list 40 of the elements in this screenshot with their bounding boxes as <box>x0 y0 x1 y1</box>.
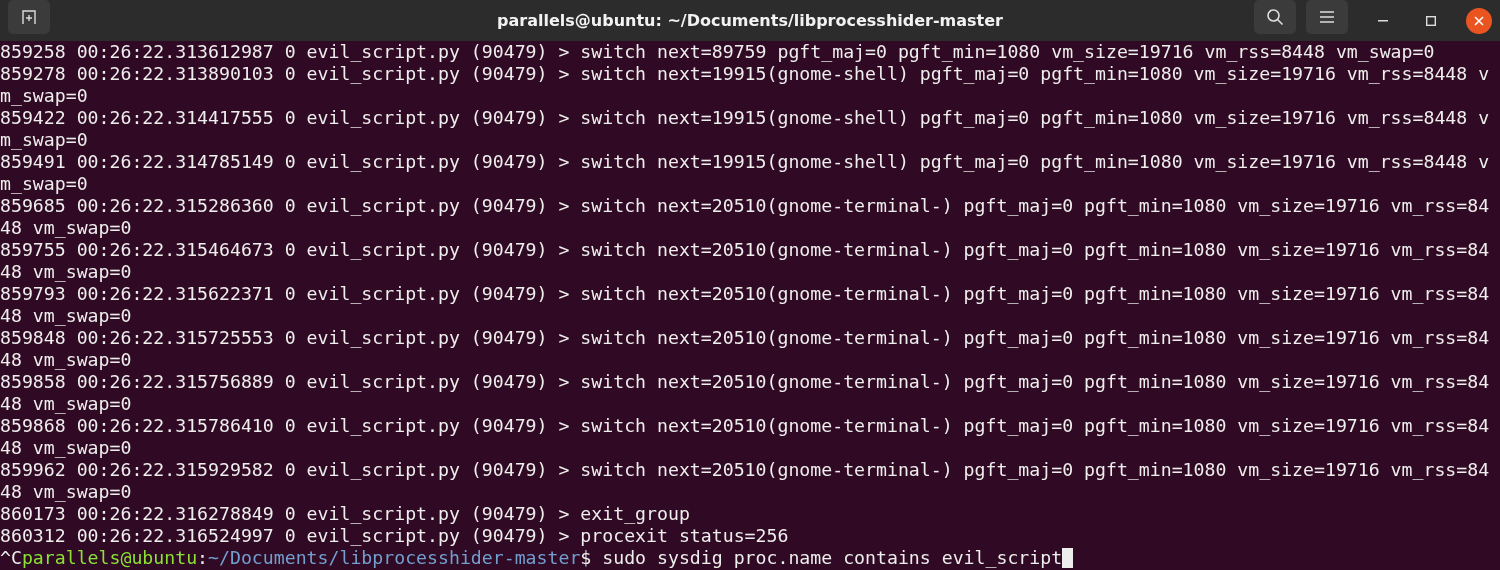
menu-icon <box>1320 10 1334 23</box>
terminal-line: 859755 00:26:22.315464673 0 evil_script.py (90479) > switch next=20510(gnome-terminal-) pgft_maj=0 pgft_min=1080 vm_size=19716 vm_rss=84 <box>0 239 1490 261</box>
minimize-icon <box>1378 19 1388 22</box>
search-icon <box>1266 7 1284 26</box>
menu-button[interactable] <box>1306 0 1348 34</box>
terminal-line: 859868 00:26:22.315786410 0 evil_script.py (90479) > switch next=20510(gnome-terminal-) pgft_maj=0 pgft_min=1080 vm_size=19716 vm_rss=84 <box>0 415 1490 437</box>
terminal-line: 48 vm_swap=0 <box>0 437 132 459</box>
new-tab-icon <box>21 8 37 25</box>
terminal-line: 859793 00:26:22.315622371 0 evil_script.py (90479) > switch next=20510(gnome-terminal-) pgft_maj=0 pgft_min=1080 vm_size=19716 vm_rss=84 <box>0 283 1490 305</box>
terminal-line: 48 vm_swap=0 <box>0 481 132 503</box>
close-icon <box>1474 15 1484 26</box>
terminal-line: m_swap=0 <box>0 85 88 107</box>
close-button[interactable] <box>1466 7 1492 34</box>
maximize-icon <box>1426 15 1436 26</box>
new-tab-button[interactable] <box>8 0 50 34</box>
prompt-user-host: parallels@ubuntu <box>21 547 198 569</box>
terminal-line: 860312 00:26:22.316524997 0 evil_script.py (90479) > procexit status=256 <box>0 525 789 547</box>
terminal-line: 859962 00:26:22.315929582 0 evil_script.py (90479) > switch next=20510(gnome-terminal-) pgft_maj=0 pgft_min=1080 vm_size=19716 vm_rss=84 <box>0 459 1490 481</box>
terminal-line: 859278 00:26:22.313890103 0 evil_script.py (90479) > switch next=19915(gnome-shell) pgft_maj=0 pgft_min=1080 vm_size=19716 vm_rss=8448 v <box>0 63 1490 85</box>
terminal-line: 859848 00:26:22.315725553 0 evil_script.py (90479) > switch next=20510(gnome-terminal-) pgft_maj=0 pgft_min=1080 vm_size=19716 vm_rss=84 <box>0 327 1490 349</box>
terminal-line: 48 vm_swap=0 <box>0 305 132 327</box>
terminal-line: 859858 00:26:22.315756889 0 evil_script.py (90479) > switch next=20510(gnome-terminal-) pgft_maj=0 pgft_min=1080 vm_size=19716 vm_rss=84 <box>0 371 1490 393</box>
terminal-line: m_swap=0 <box>0 173 88 195</box>
terminal-line: 48 vm_swap=0 <box>0 349 132 371</box>
terminal-line: 859258 00:26:22.313612987 0 evil_script.py (90479) > switch next=89759 pgft_maj=0 pgft_min=1080 vm_size=19716 vm_rss=8448 vm_swap=0 <box>0 41 1435 63</box>
terminal-line: 48 vm_swap=0 <box>0 261 132 283</box>
terminal-line: 859685 00:26:22.315286360 0 evil_script.py (90479) > switch next=20510(gnome-terminal-) pgft_maj=0 pgft_min=1080 vm_size=19716 vm_rss=84 <box>0 195 1490 217</box>
terminal-line: m_swap=0 <box>0 129 88 151</box>
search-button[interactable] <box>1254 0 1296 34</box>
prompt-path: ~/Documents/libprocesshider-master <box>208 547 581 569</box>
terminal-line: 859422 00:26:22.314417555 0 evil_script.py (90479) > switch next=19915(gnome-shell) pgft_maj=0 pgft_min=1080 vm_size=19716 vm_rss=8448 v <box>0 107 1490 129</box>
terminal-line: 860173 00:26:22.316278849 0 evil_script.py (90479) > exit_group <box>0 503 690 525</box>
interrupt-text: ^C <box>0 547 22 569</box>
terminal-line: 48 vm_swap=0 <box>0 217 132 239</box>
terminal-line: 859491 00:26:22.314785149 0 evil_script.py (90479) > switch next=19915(gnome-shell) pgft_maj=0 pgft_min=1080 vm_size=19716 vm_rss=8448 v <box>0 151 1490 173</box>
text-cursor <box>1062 548 1074 568</box>
command-text: $ sudo sysdig proc.name contains evil_script <box>580 547 1063 569</box>
prompt-separator: : <box>197 547 209 569</box>
window-title: parallels@ubuntu: ~/Documents/libprocesshider-master <box>497 11 1003 30</box>
terminal-line: 48 vm_swap=0 <box>0 393 132 415</box>
